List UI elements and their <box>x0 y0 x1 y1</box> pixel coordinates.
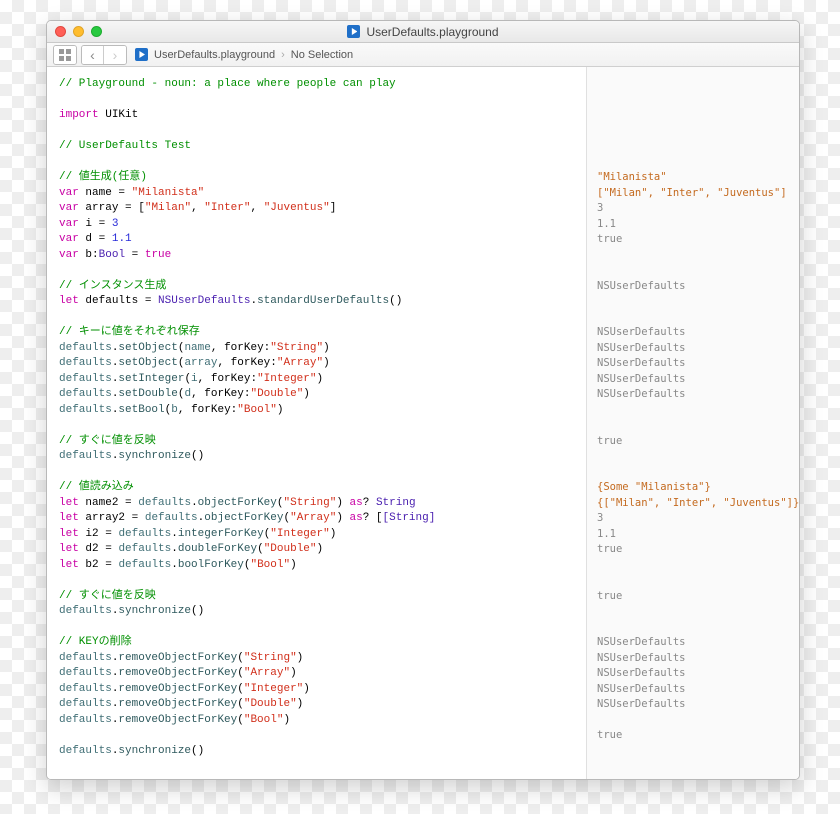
playground-file-icon <box>135 48 148 61</box>
result-row: NSUserDefaults <box>597 667 686 679</box>
xcode-window: UserDefaults.playground ‹ › UserDefaults… <box>46 20 800 780</box>
results-panel: "Milanista" ["Milan", "Inter", "Juventus… <box>587 67 800 779</box>
result-row: {Some "Milanista"} <box>597 481 711 493</box>
view-mode-segment[interactable] <box>53 45 77 65</box>
result-row: 1.1 <box>597 218 616 230</box>
result-row: NSUserDefaults <box>597 698 686 710</box>
result-row: NSUserDefaults <box>597 683 686 695</box>
code-editor[interactable]: // Playground - noun: a place where peop… <box>47 67 587 779</box>
result-row: NSUserDefaults <box>597 280 686 292</box>
result-row: NSUserDefaults <box>597 357 686 369</box>
result-row: {["Milan", "Inter", "Juventus"]} <box>597 497 799 509</box>
result-row: NSUserDefaults <box>597 373 686 385</box>
window-title: UserDefaults.playground <box>47 25 799 39</box>
result-row: NSUserDefaults <box>597 636 686 648</box>
grid-view-icon[interactable] <box>54 46 76 64</box>
result-row: "Milanista" <box>597 171 667 183</box>
playground-icon <box>347 25 360 38</box>
result-row: true <box>597 590 622 602</box>
titlebar[interactable]: UserDefaults.playground <box>47 21 799 43</box>
result-row: ["Milan", "Inter", "Juventus"] <box>597 187 787 199</box>
forward-button[interactable]: › <box>104 46 126 64</box>
result-row: true <box>597 729 622 741</box>
result-row: NSUserDefaults <box>597 326 686 338</box>
result-row: true <box>597 435 622 447</box>
result-row: NSUserDefaults <box>597 652 686 664</box>
nav-segment[interactable]: ‹ › <box>81 45 127 65</box>
content-area: // Playground - noun: a place where peop… <box>47 67 799 779</box>
breadcrumb-separator-icon: › <box>281 49 285 61</box>
breadcrumb-file[interactable]: UserDefaults.playground <box>154 49 275 61</box>
result-row: true <box>597 543 622 555</box>
back-button[interactable]: ‹ <box>82 46 104 64</box>
title-text: UserDefaults.playground <box>366 25 498 39</box>
toolbar: ‹ › UserDefaults.playground › No Selecti… <box>47 43 799 67</box>
result-row: true <box>597 233 622 245</box>
result-row: NSUserDefaults <box>597 388 686 400</box>
breadcrumb[interactable]: UserDefaults.playground › No Selection <box>135 48 353 61</box>
breadcrumb-selection[interactable]: No Selection <box>291 49 353 61</box>
result-row: 3 <box>597 512 603 524</box>
result-row: 3 <box>597 202 603 214</box>
result-row: 1.1 <box>597 528 616 540</box>
result-row: NSUserDefaults <box>597 342 686 354</box>
